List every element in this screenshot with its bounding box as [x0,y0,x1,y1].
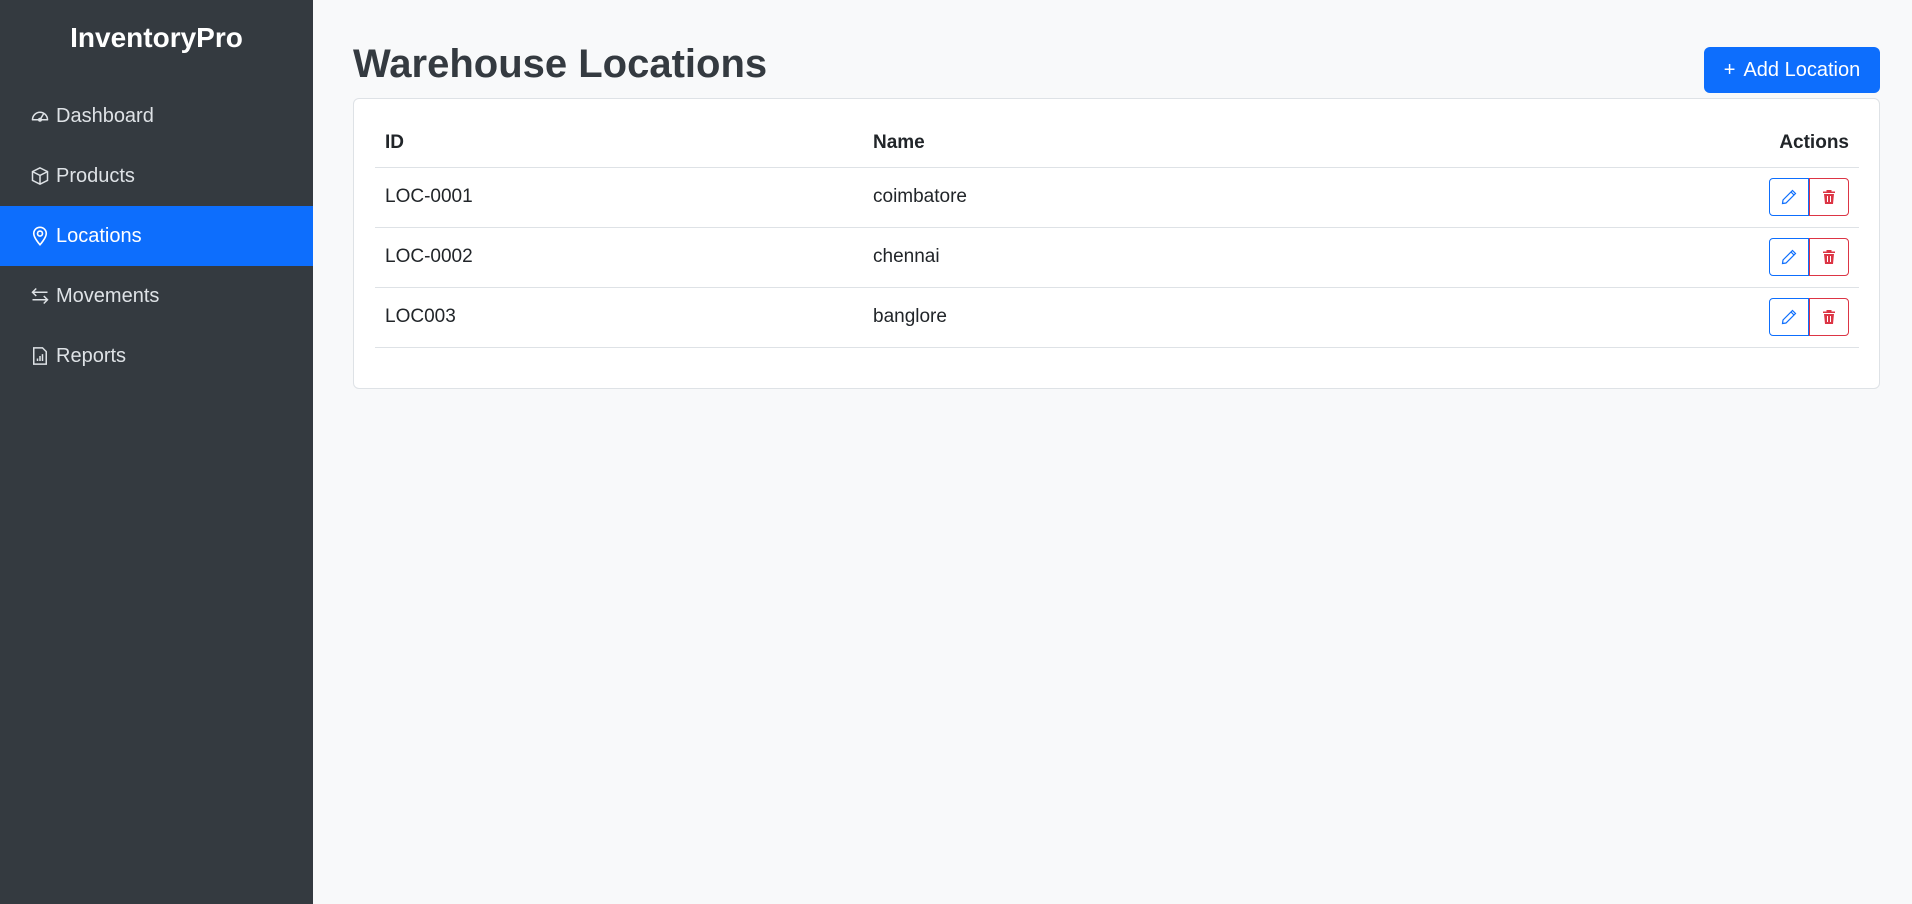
delete-button[interactable] [1809,298,1849,336]
sidebar-item-label: Dashboard [56,104,154,127]
speedometer-icon [30,106,50,126]
plus-icon: + [1723,58,1736,81]
edit-button[interactable] [1769,238,1809,276]
sidebar-item-label: Locations [56,224,142,247]
sidebar-nav: Dashboard Products Locations Movements R… [0,86,313,386]
location-name-cell: coimbatore [863,167,1394,228]
sidebar-item-label: Products [56,164,135,187]
delete-button[interactable] [1809,238,1849,276]
report-icon [30,346,50,366]
page-title: Warehouse Locations [353,42,768,86]
actions-cell [1393,287,1859,348]
sidebar-item-label: Reports [56,344,127,367]
locations-card: ID Name Actions LOC-0001 coimbatore LOC-… [353,98,1880,389]
sidebar-item-label: Movements [56,284,160,307]
action-group [1769,238,1849,276]
locations-table: ID Name Actions LOC-0001 coimbatore LOC-… [375,119,1859,348]
trash-icon [1823,190,1835,204]
edit-button[interactable] [1769,178,1809,216]
column-header-id: ID [375,119,863,168]
location-name-cell: banglore [863,287,1394,348]
table-row: LOC003 banglore [375,287,1859,348]
location-id-cell: LOC-0001 [375,167,863,228]
location-id-cell: LOC003 [375,287,863,348]
brand-logo[interactable]: InventoryPro [0,0,313,86]
actions-cell [1393,227,1859,288]
add-location-button[interactable]: + Add Location [1704,47,1880,93]
sidebar-item-dashboard[interactable]: Dashboard [0,86,313,146]
sidebar-item-reports[interactable]: Reports [0,326,313,386]
column-header-actions: Actions [1393,119,1859,168]
column-header-name: Name [863,119,1394,168]
trash-icon [1823,250,1835,264]
table-row: LOC-0002 chennai [375,227,1859,288]
pencil-icon [1781,309,1797,325]
table-row: LOC-0001 coimbatore [375,167,1859,228]
sidebar-item-movements[interactable]: Movements [0,266,313,326]
edit-button[interactable] [1769,298,1809,336]
map-pin-icon [30,226,50,246]
table-header-row: ID Name Actions [375,119,1859,168]
sidebar: InventoryPro Dashboard Products Location… [0,0,313,904]
location-id-cell: LOC-0002 [375,227,863,288]
action-group [1769,298,1849,336]
actions-cell [1393,167,1859,228]
sidebar-item-locations[interactable]: Locations [0,206,313,266]
sidebar-item-products[interactable]: Products [0,146,313,206]
location-name-cell: chennai [863,227,1394,288]
add-location-label: Add Location [1743,58,1861,81]
action-group [1769,178,1849,216]
pencil-icon [1781,249,1797,265]
arrows-left-right-icon [30,286,50,306]
delete-button[interactable] [1809,178,1849,216]
trash-icon [1823,310,1835,324]
pencil-icon [1781,189,1797,205]
main-content: Warehouse Locations + Add Location ID Na… [313,0,1912,904]
box-icon [30,166,50,186]
